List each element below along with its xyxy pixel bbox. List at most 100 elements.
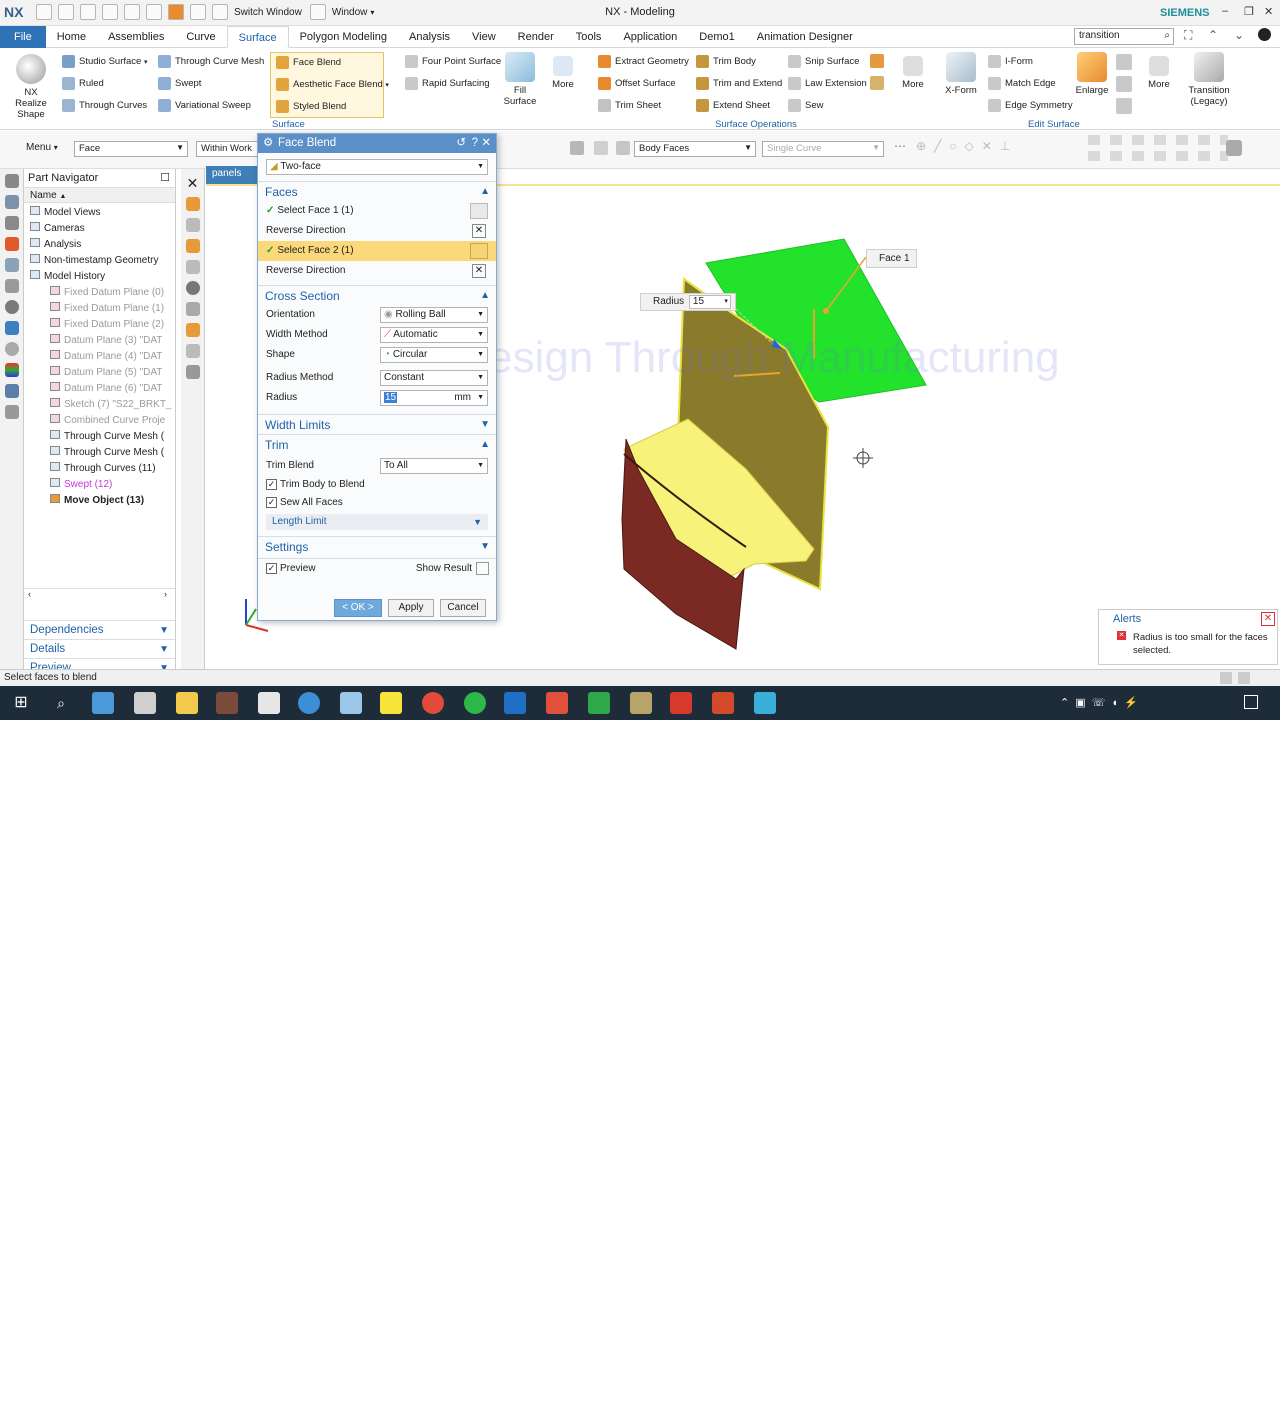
tab-render[interactable]: Render xyxy=(507,26,565,48)
tree-item[interactable]: Datum Plane (3) "DAT xyxy=(24,333,175,349)
styled-blend-button[interactable]: Styled Blend xyxy=(276,100,346,113)
view-toolbar-row2[interactable] xyxy=(1088,151,1228,161)
tab-file[interactable]: File xyxy=(0,25,46,48)
face2-selector-icon[interactable] xyxy=(470,243,488,259)
tree-item[interactable]: Move Object (13) xyxy=(24,493,175,509)
tab-assemblies[interactable]: Assemblies xyxy=(97,26,175,48)
file-explorer-icon[interactable] xyxy=(176,692,198,714)
reverse-direction2-icon[interactable]: ✕ xyxy=(472,264,486,278)
tree-item[interactable]: Model Views xyxy=(24,205,175,221)
show-result-label[interactable]: Show Result xyxy=(416,559,472,579)
layer-icon[interactable] xyxy=(185,344,200,358)
tree-item[interactable]: Datum Plane (4) "DAT xyxy=(24,349,175,365)
select-face1-row[interactable]: ✓ Select Face 1 (1) xyxy=(258,201,496,221)
sew-all-row[interactable]: ✓ Sew All Faces xyxy=(258,494,496,512)
nx-realize-shape-button[interactable]: NX Realize Shape xyxy=(8,54,54,120)
shape-select[interactable]: ◔ Circular ▼ xyxy=(380,347,488,363)
tree-item[interactable]: Through Curve Mesh ( xyxy=(24,429,175,445)
edge-browser-icon[interactable] xyxy=(298,692,320,714)
trim-body-row[interactable]: ✓ Trim Body to Blend xyxy=(258,476,496,494)
fit-icon[interactable] xyxy=(185,302,200,316)
studio-surface-chevron-icon[interactable]: ▾ xyxy=(144,59,148,66)
part-navigator-icon[interactable] xyxy=(4,237,19,251)
cancel-button[interactable]: Cancel xyxy=(440,599,486,617)
sticky-notes-icon[interactable] xyxy=(380,692,402,714)
cross-section-header[interactable]: Cross Section ▲ xyxy=(258,285,496,305)
width-method-select[interactable]: ⟋ Automatic ▼ xyxy=(380,327,488,343)
tree-item[interactable]: Datum Plane (6) "DAT xyxy=(24,381,175,397)
trim-body-button[interactable]: Trim Body xyxy=(696,55,756,68)
extract-geometry-button[interactable]: Extract Geometry xyxy=(598,55,689,68)
roles-icon[interactable] xyxy=(4,363,19,377)
hide-icon[interactable] xyxy=(185,218,200,232)
process-studio-icon[interactable] xyxy=(4,342,19,356)
green-app-icon[interactable] xyxy=(588,692,610,714)
more-options-icon[interactable]: ⋯ xyxy=(894,139,906,153)
enlarge-button[interactable]: Enlarge xyxy=(1074,52,1110,96)
ok-button[interactable]: < OK > xyxy=(334,599,382,617)
tree-item[interactable]: Cameras xyxy=(24,221,175,237)
scroll-left-icon[interactable]: ‹ xyxy=(28,589,31,599)
reset-icon[interactable]: ↺ xyxy=(456,134,466,153)
trim-and-extend-button[interactable]: Trim and Extend xyxy=(696,77,782,90)
view-toolbar-row1[interactable] xyxy=(1088,135,1228,145)
scroll-right-icon[interactable]: › xyxy=(164,589,167,599)
red-arrow-app-icon[interactable] xyxy=(670,692,692,714)
edge-symmetry-button[interactable]: Edge Symmetry xyxy=(988,99,1073,112)
command-search-input[interactable]: transition ⌕ xyxy=(1074,28,1174,45)
close-icon[interactable]: ✕ xyxy=(181,175,204,192)
width-limits-header[interactable]: Width Limits ▼ xyxy=(258,414,496,434)
through-curve-mesh-button[interactable]: Through Curve Mesh xyxy=(158,55,264,68)
tree-item[interactable]: Through Curve Mesh ( xyxy=(24,445,175,461)
radius-input[interactable]: 15 mm ▼ xyxy=(380,390,488,406)
dependencies-panel[interactable]: Dependencies ▼ xyxy=(24,620,175,639)
solid-icon[interactable] xyxy=(185,323,200,337)
face-select-icon[interactable] xyxy=(185,197,200,211)
help-question-icon[interactable]: ? xyxy=(472,134,478,153)
snip-surface-button[interactable]: Snip Surface xyxy=(788,55,859,68)
notification-center-icon[interactable] xyxy=(1244,695,1258,709)
tools-app-icon[interactable] xyxy=(630,692,652,714)
red-app-icon[interactable] xyxy=(546,692,568,714)
column-header-name[interactable]: Name ▲ xyxy=(24,187,175,203)
reverse-direction1-icon[interactable]: ✕ xyxy=(472,224,486,238)
fullscreen-icon[interactable]: ⛶ xyxy=(1184,28,1192,43)
trim-header[interactable]: Trim ▲ xyxy=(258,434,496,454)
system-scenes-icon[interactable] xyxy=(4,384,19,398)
details-panel[interactable]: Details ▼ xyxy=(24,639,175,658)
ruled-button[interactable]: Ruled xyxy=(62,77,104,90)
offset-surface-button[interactable]: Offset Surface xyxy=(598,77,676,90)
apply-button[interactable]: Apply xyxy=(388,599,434,617)
notepad-icon[interactable] xyxy=(340,692,362,714)
i-form-button[interactable]: I-Form xyxy=(988,55,1033,68)
tab-polygon-modeling[interactable]: Polygon Modeling xyxy=(289,26,398,48)
refit-face-icon[interactable] xyxy=(1116,54,1132,70)
part-file-tab[interactable]: panels xyxy=(206,166,260,184)
face-blend-button[interactable]: Face Blend xyxy=(276,56,341,69)
tree-item[interactable]: Combined Curve Proje xyxy=(24,413,175,429)
tree-item[interactable]: Model History xyxy=(24,269,175,285)
manufacturing-icon[interactable] xyxy=(4,405,19,419)
minimize-icon[interactable]: – xyxy=(1222,5,1228,17)
tree-item[interactable]: Analysis xyxy=(24,237,175,253)
trim-body-checkbox[interactable]: ✓ xyxy=(266,478,277,490)
taskbar-search-icon[interactable]: ⌕ xyxy=(50,692,72,714)
eye-icon[interactable] xyxy=(185,281,200,295)
fill-surface-button[interactable]: Fill Surface xyxy=(503,52,537,107)
history-icon[interactable] xyxy=(4,321,19,335)
navigator-scrollbar[interactable]: ‹ › xyxy=(24,588,175,602)
calculator-icon[interactable] xyxy=(134,692,156,714)
preview-checkbox[interactable]: ✓ xyxy=(266,562,277,574)
face-rule-icon[interactable] xyxy=(616,141,630,155)
global-shaping-icon[interactable] xyxy=(1116,76,1132,92)
type-filter-select[interactable]: Face ▼ xyxy=(74,141,188,157)
through-curves-button[interactable]: Through Curves xyxy=(62,99,147,112)
tree-item[interactable]: Non-timestamp Geometry xyxy=(24,253,175,269)
aesthetic-face-blend-button[interactable]: Aesthetic Face Blend ▾ xyxy=(276,78,389,91)
tree-item[interactable]: Fixed Datum Plane (2) xyxy=(24,317,175,333)
sew-button[interactable]: Sew xyxy=(788,99,823,112)
snap-point-icons[interactable]: ⊕╱○◇✕⊥ xyxy=(916,139,1106,159)
clock[interactable]: 2:27 AM 15-Oct-19 xyxy=(1178,1376,1228,1402)
status-icon-2[interactable] xyxy=(1238,672,1250,684)
tree-item[interactable]: Swept (12) xyxy=(24,477,175,493)
